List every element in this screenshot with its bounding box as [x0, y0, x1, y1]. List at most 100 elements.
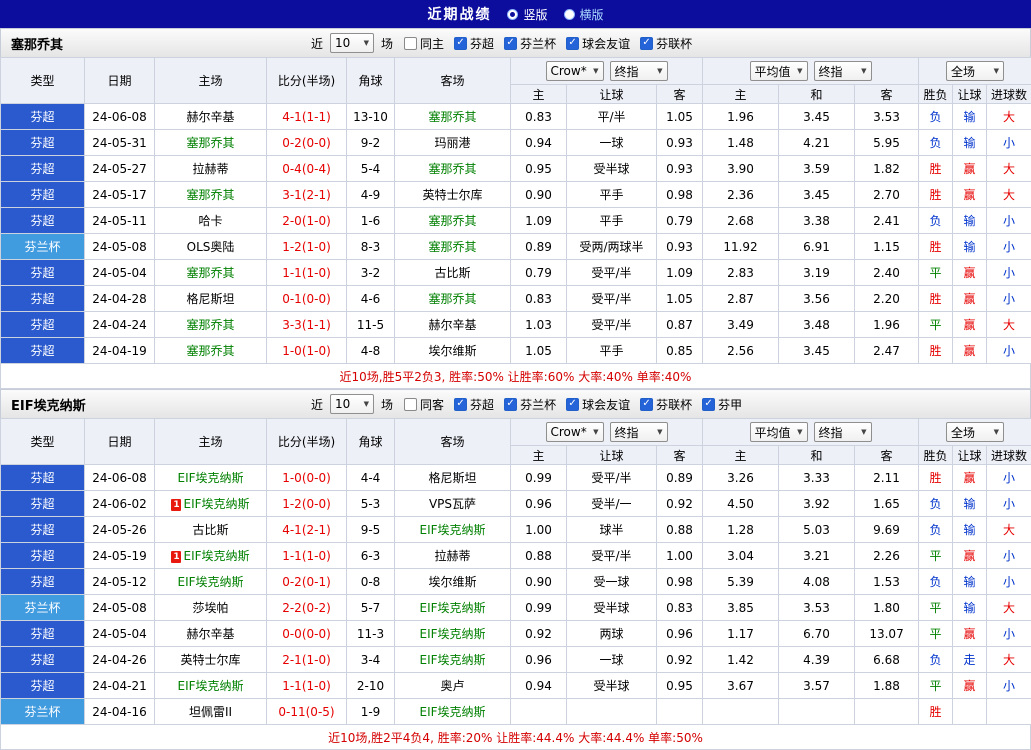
- away-team-cell[interactable]: EIF埃克纳斯: [395, 517, 511, 543]
- filter-option[interactable]: ✓芬甲: [702, 396, 742, 413]
- home-team-cell[interactable]: EIF埃克纳斯: [155, 465, 267, 491]
- away-team-cell[interactable]: 埃尔维斯: [395, 338, 511, 364]
- bookmaker-select[interactable]: Crow* ▼: [546, 422, 604, 442]
- home-team-cell[interactable]: 古比斯: [155, 517, 267, 543]
- layout-radio-vertical[interactable]: 竖版: [507, 6, 547, 23]
- checkbox-checked-icon[interactable]: ✓: [640, 398, 653, 411]
- league-type-cell[interactable]: 芬超: [1, 156, 85, 182]
- layout-radio-horizontal[interactable]: 横版: [564, 6, 604, 23]
- filter-option[interactable]: ✓芬联杯: [640, 35, 692, 52]
- avg-stage-select[interactable]: 终指 ▼: [814, 61, 872, 81]
- checkbox-checked-icon[interactable]: ✓: [702, 398, 715, 411]
- home-team-cell[interactable]: 莎埃帕: [155, 595, 267, 621]
- league-type-cell[interactable]: 芬兰杯: [1, 699, 85, 725]
- checkbox-unchecked-icon[interactable]: [404, 37, 417, 50]
- league-type-cell[interactable]: 芬超: [1, 312, 85, 338]
- odds-away-cell: 1.05: [657, 286, 703, 312]
- home-team-cell[interactable]: 赫尔辛基: [155, 104, 267, 130]
- league-type-cell[interactable]: 芬超: [1, 569, 85, 595]
- radio-unselected-icon[interactable]: [564, 9, 575, 20]
- filter-option[interactable]: ✓芬联杯: [640, 396, 692, 413]
- league-type-cell[interactable]: 芬超: [1, 338, 85, 364]
- home-team-cell[interactable]: EIF埃克纳斯: [155, 569, 267, 595]
- home-team-cell[interactable]: 塞那乔其: [155, 338, 267, 364]
- league-type-cell[interactable]: 芬超: [1, 260, 85, 286]
- checkbox-checked-icon[interactable]: ✓: [504, 398, 517, 411]
- home-team-cell[interactable]: 1EIF埃克纳斯: [155, 543, 267, 569]
- checkbox-checked-icon[interactable]: ✓: [454, 398, 467, 411]
- away-team-cell[interactable]: 格尼斯坦: [395, 465, 511, 491]
- away-team-cell[interactable]: VPS瓦萨: [395, 491, 511, 517]
- league-type-cell[interactable]: 芬超: [1, 182, 85, 208]
- radio-selected-icon[interactable]: [507, 9, 518, 20]
- checkbox-unchecked-icon[interactable]: [404, 398, 417, 411]
- average-select[interactable]: 平均值 ▼: [750, 61, 808, 81]
- away-team-cell[interactable]: 赫尔辛基: [395, 312, 511, 338]
- checkbox-checked-icon[interactable]: ✓: [454, 37, 467, 50]
- avg-stage-select[interactable]: 终指 ▼: [814, 422, 872, 442]
- home-team-cell[interactable]: 哈卡: [155, 208, 267, 234]
- away-team-cell[interactable]: 塞那乔其: [395, 234, 511, 260]
- home-team-cell[interactable]: 赫尔辛基: [155, 621, 267, 647]
- filter-option[interactable]: 同客: [404, 396, 444, 413]
- league-type-cell[interactable]: 芬超: [1, 621, 85, 647]
- match-scope-select[interactable]: 全场 ▼: [946, 61, 1004, 81]
- away-team-cell[interactable]: 塞那乔其: [395, 156, 511, 182]
- away-team-cell[interactable]: EIF埃克纳斯: [395, 621, 511, 647]
- home-team-cell[interactable]: 格尼斯坦: [155, 286, 267, 312]
- odds-stage-select[interactable]: 终指 ▼: [610, 422, 668, 442]
- league-type-cell[interactable]: 芬兰杯: [1, 595, 85, 621]
- filter-option[interactable]: ✓球会友谊: [566, 396, 630, 413]
- avg-home-cell: 3.90: [703, 156, 779, 182]
- home-team-cell[interactable]: EIF埃克纳斯: [155, 673, 267, 699]
- league-type-cell[interactable]: 芬超: [1, 647, 85, 673]
- away-team-cell[interactable]: 塞那乔其: [395, 104, 511, 130]
- checkbox-checked-icon[interactable]: ✓: [640, 37, 653, 50]
- away-team-cell[interactable]: 塞那乔其: [395, 208, 511, 234]
- average-select[interactable]: 平均值 ▼: [750, 422, 808, 442]
- match-scope-select[interactable]: 全场 ▼: [946, 422, 1004, 442]
- recent-count-select[interactable]: 10 ▼: [330, 33, 374, 53]
- filter-option[interactable]: ✓芬超: [454, 35, 494, 52]
- away-team-cell[interactable]: 英特士尔库: [395, 182, 511, 208]
- odds-stage-select[interactable]: 终指 ▼: [610, 61, 668, 81]
- bookmaker-select[interactable]: Crow* ▼: [546, 61, 604, 81]
- home-team-cell[interactable]: OLS奥陆: [155, 234, 267, 260]
- away-team-cell[interactable]: 玛丽港: [395, 130, 511, 156]
- home-team-cell[interactable]: 塞那乔其: [155, 260, 267, 286]
- league-type-cell[interactable]: 芬超: [1, 286, 85, 312]
- home-team-cell[interactable]: 塞那乔其: [155, 312, 267, 338]
- league-type-cell[interactable]: 芬超: [1, 517, 85, 543]
- filter-option[interactable]: ✓芬兰杯: [504, 396, 556, 413]
- away-team-cell[interactable]: 奥卢: [395, 673, 511, 699]
- away-team-cell[interactable]: 塞那乔其: [395, 286, 511, 312]
- filter-option[interactable]: ✓球会友谊: [566, 35, 630, 52]
- league-type-cell[interactable]: 芬超: [1, 543, 85, 569]
- home-team-cell[interactable]: 塞那乔其: [155, 182, 267, 208]
- checkbox-checked-icon[interactable]: ✓: [566, 398, 579, 411]
- away-team-cell[interactable]: 古比斯: [395, 260, 511, 286]
- recent-count-select[interactable]: 10 ▼: [330, 394, 374, 414]
- checkbox-checked-icon[interactable]: ✓: [504, 37, 517, 50]
- away-team-cell[interactable]: EIF埃克纳斯: [395, 699, 511, 725]
- league-type-cell[interactable]: 芬超: [1, 104, 85, 130]
- home-team-cell[interactable]: 拉赫蒂: [155, 156, 267, 182]
- filter-option[interactable]: ✓芬兰杯: [504, 35, 556, 52]
- away-team-cell[interactable]: EIF埃克纳斯: [395, 647, 511, 673]
- league-type-cell[interactable]: 芬超: [1, 465, 85, 491]
- home-team-cell[interactable]: 坦佩雷II: [155, 699, 267, 725]
- home-team-cell[interactable]: 英特士尔库: [155, 647, 267, 673]
- home-team-cell[interactable]: 1EIF埃克纳斯: [155, 491, 267, 517]
- league-type-cell[interactable]: 芬超: [1, 673, 85, 699]
- league-type-cell[interactable]: 芬超: [1, 491, 85, 517]
- league-type-cell[interactable]: 芬超: [1, 208, 85, 234]
- league-type-cell[interactable]: 芬兰杯: [1, 234, 85, 260]
- filter-option[interactable]: 同主: [404, 35, 444, 52]
- away-team-cell[interactable]: 拉赫蒂: [395, 543, 511, 569]
- checkbox-checked-icon[interactable]: ✓: [566, 37, 579, 50]
- away-team-cell[interactable]: 埃尔维斯: [395, 569, 511, 595]
- filter-option[interactable]: ✓芬超: [454, 396, 494, 413]
- home-team-cell[interactable]: 塞那乔其: [155, 130, 267, 156]
- away-team-cell[interactable]: EIF埃克纳斯: [395, 595, 511, 621]
- league-type-cell[interactable]: 芬超: [1, 130, 85, 156]
